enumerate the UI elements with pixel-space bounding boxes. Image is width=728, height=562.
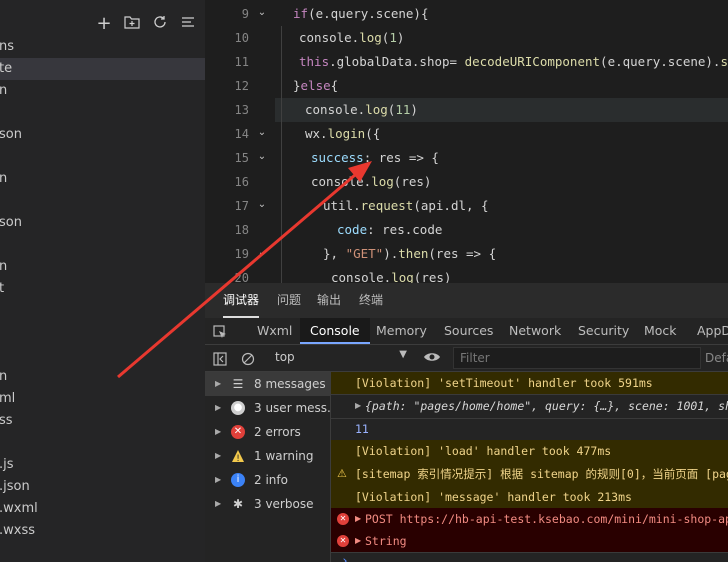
arrow-shaft <box>117 173 356 379</box>
annotation-arrow <box>117 161 372 379</box>
